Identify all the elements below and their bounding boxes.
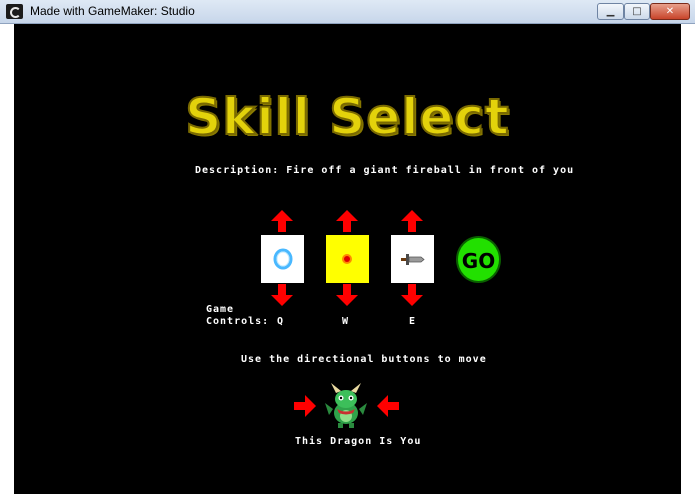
- arrow-right-icon[interactable]: [294, 395, 316, 417]
- arrow-down-icon[interactable]: [336, 284, 358, 306]
- window-title: Made with GameMaker: Studio: [30, 4, 195, 18]
- fireball-icon: [342, 254, 352, 264]
- controls-label-line2: Controls:: [206, 316, 270, 327]
- key-q-label: Q: [277, 316, 285, 327]
- maximize-button[interactable]: □: [624, 3, 650, 20]
- arrow-up-icon[interactable]: [271, 210, 293, 232]
- controls-label-line1: Game: [206, 304, 235, 315]
- ice-ring-icon: [273, 248, 293, 270]
- skill-slot-q[interactable]: [261, 235, 304, 283]
- key-w-label: W: [342, 316, 350, 327]
- skill-select-title: Skill Select: [184, 87, 510, 147]
- window-titlebar: Made with GameMaker: Studio ▁ □ ✕: [0, 0, 695, 24]
- arrow-up-icon[interactable]: [336, 210, 358, 232]
- key-e-label: E: [409, 316, 417, 327]
- skill-description: Description: Fire off a giant fireball i…: [195, 165, 575, 176]
- skill-slot-w[interactable]: [326, 235, 369, 283]
- arrow-down-icon[interactable]: [271, 284, 293, 306]
- move-hint: Use the directional buttons to move: [241, 354, 487, 365]
- game-controls-label: Game Controls:: [206, 304, 269, 328]
- close-button[interactable]: ✕: [650, 3, 690, 20]
- arrow-left-icon[interactable]: [377, 395, 399, 417]
- go-button[interactable]: GO: [456, 236, 501, 283]
- arrow-down-icon[interactable]: [401, 284, 423, 306]
- dragon-icon: [325, 383, 367, 428]
- arrow-up-icon[interactable]: [401, 210, 423, 232]
- minimize-button[interactable]: ▁: [597, 3, 624, 20]
- dragon-label: This Dragon Is You: [295, 436, 422, 447]
- sword-icon: [401, 254, 425, 265]
- gamemaker-app-icon: [6, 4, 23, 19]
- skill-slot-e[interactable]: [391, 235, 434, 283]
